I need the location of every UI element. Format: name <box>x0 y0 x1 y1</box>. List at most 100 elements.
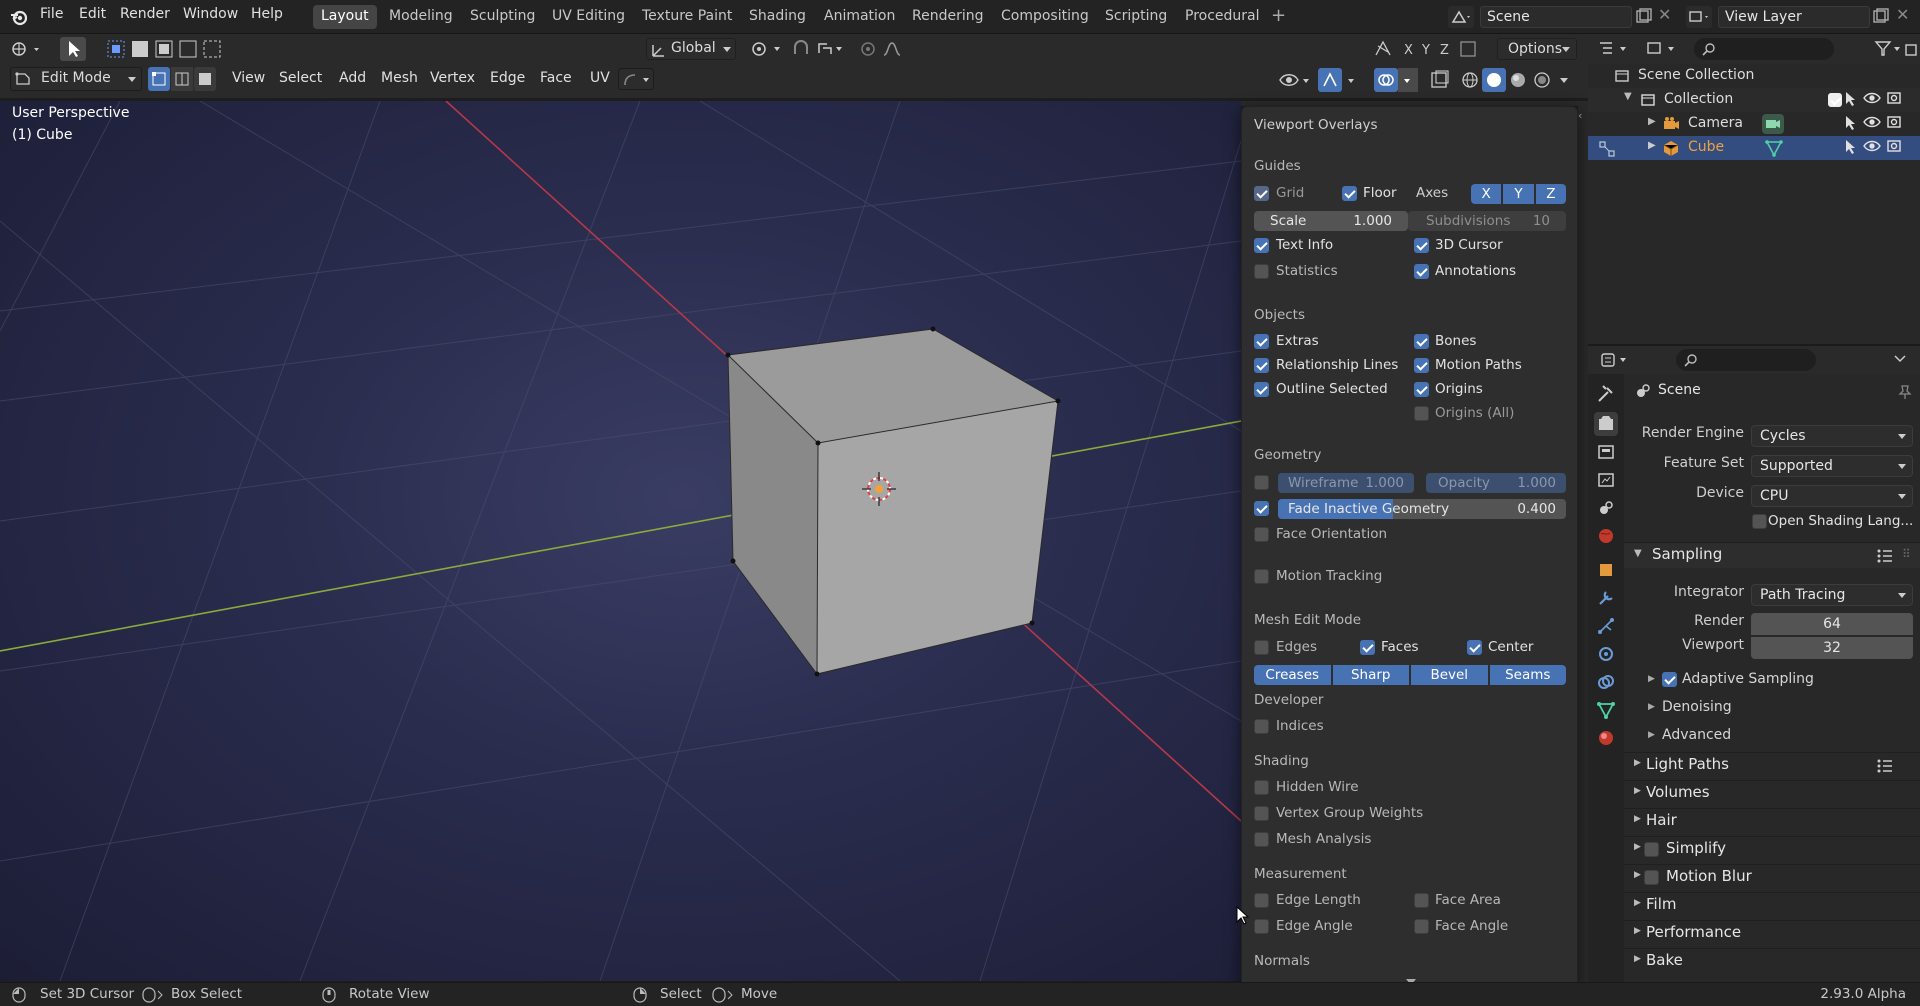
outline-selected-checkbox[interactable] <box>1254 382 1269 397</box>
cube-mesh[interactable] <box>725 326 1061 677</box>
menu-uv[interactable]: UV <box>584 67 616 92</box>
mirror-axis-icons[interactable]: XYZ <box>1373 38 1485 60</box>
visibility-selectability-icon[interactable] <box>1278 68 1312 92</box>
menu-edit[interactable]: Edit <box>79 6 106 22</box>
scale-slider[interactable]: Scale 1.000 <box>1254 211 1408 231</box>
blender-logo-icon[interactable] <box>9 7 29 27</box>
pivot-point-icon[interactable] <box>748 38 790 60</box>
collection-exclude-checkbox[interactable] <box>1828 93 1842 107</box>
denoising-expand-icon[interactable]: ▶ <box>1648 702 1655 712</box>
advanced-label[interactable]: Advanced <box>1662 727 1731 743</box>
adaptive-sampling-expand-icon[interactable]: ▶ <box>1648 674 1655 684</box>
simplify-panel-header[interactable]: ▶ Simplify <box>1624 836 1920 862</box>
subdivisions-slider[interactable]: Subdivisions 10 <box>1408 211 1566 231</box>
text-info-checkbox[interactable] <box>1254 238 1269 253</box>
delete-view-layer-icon[interactable]: ✕ <box>1896 5 1909 24</box>
indices-checkbox[interactable] <box>1254 719 1269 734</box>
tab-uv-editing[interactable]: UV Editing <box>544 5 633 29</box>
properties-search-input[interactable] <box>1676 349 1816 371</box>
view-layer-tab-icon[interactable] <box>1594 468 1618 492</box>
object-tab-icon[interactable] <box>1594 558 1618 582</box>
snap-icon[interactable] <box>790 38 846 60</box>
floor-checkbox[interactable] <box>1342 186 1357 201</box>
sidebar-toggle-icon[interactable]: ‹ <box>1578 109 1582 122</box>
tab-texture-paint[interactable]: Texture Paint <box>634 5 740 29</box>
shading-mode-icons[interactable] <box>1458 68 1562 92</box>
mode-dropdown[interactable]: Edit Mode <box>10 67 142 91</box>
outliner-search-input[interactable] <box>1694 38 1834 60</box>
uv-sync-icon[interactable] <box>618 68 654 90</box>
motion-blur-panel-header[interactable]: ▶ Motion Blur <box>1624 864 1920 890</box>
bevel-toggle[interactable]: Bevel <box>1411 665 1488 685</box>
editor-type-icon[interactable] <box>8 38 46 60</box>
viewport-samples-field[interactable]: 32 <box>1751 637 1913 659</box>
menu-mesh[interactable]: Mesh <box>375 67 424 92</box>
relationship-lines-checkbox[interactable] <box>1254 358 1269 373</box>
outliner-editor-type-icon[interactable] <box>1598 40 1632 58</box>
face-angle-checkbox[interactable] <box>1414 919 1429 934</box>
constraints-tab-icon[interactable] <box>1594 670 1618 694</box>
orientation-dropdown[interactable]: Global <box>646 38 736 60</box>
film-panel-header[interactable]: ▶ Film <box>1624 892 1920 918</box>
scene-tab-icon[interactable] <box>1594 496 1618 520</box>
properties-options-icon[interactable] <box>1894 355 1906 363</box>
tab-procedural[interactable]: Procedural <box>1177 5 1268 29</box>
statistics-checkbox[interactable] <box>1254 264 1269 279</box>
tab-compositing[interactable]: Compositing <box>993 5 1097 29</box>
tab-scripting[interactable]: Scripting <box>1097 5 1175 29</box>
motion-tracking-checkbox[interactable] <box>1254 569 1269 584</box>
vertex-group-weights-checkbox[interactable] <box>1254 806 1269 821</box>
camera-data-icon[interactable] <box>1762 114 1784 134</box>
menu-view[interactable]: View <box>226 67 271 92</box>
light-paths-panel-header[interactable]: ▶ Light Paths <box>1624 752 1920 778</box>
scene-field[interactable]: Scene <box>1480 6 1632 28</box>
3d-viewport[interactable]: User Perspective (1) Cube <box>0 101 1241 981</box>
render-samples-field[interactable]: 64 <box>1751 613 1913 635</box>
tab-modeling[interactable]: Modeling <box>381 5 461 29</box>
tweak-tool-icon[interactable] <box>60 37 86 61</box>
wireframe-slider[interactable]: Wireframe 1.000 <box>1278 473 1414 493</box>
center-checkbox[interactable] <box>1467 640 1482 655</box>
seams-toggle[interactable]: Seams <box>1489 665 1566 685</box>
world-tab-icon[interactable] <box>1594 524 1618 548</box>
osl-checkbox[interactable] <box>1752 514 1767 529</box>
menu-select[interactable]: Select <box>273 67 328 92</box>
sharp-toggle[interactable]: Sharp <box>1332 665 1409 685</box>
creases-toggle[interactable]: Creases <box>1254 665 1331 685</box>
filter-icon[interactable] <box>1874 40 1904 58</box>
sampling-drag-handle-icon[interactable]: ⠿ <box>1902 547 1911 561</box>
data-tab-icon[interactable] <box>1594 698 1618 722</box>
fade-inactive-slider[interactable]: Fade Inactive Geometry 0.400 <box>1278 499 1566 519</box>
modifiers-tab-icon[interactable] <box>1594 586 1618 610</box>
3d-cursor-checkbox[interactable] <box>1414 238 1429 253</box>
annotations-checkbox[interactable] <box>1414 264 1429 279</box>
menu-file[interactable]: File <box>40 6 63 22</box>
tab-animation[interactable]: Animation <box>816 5 903 29</box>
render-tab-icon[interactable] <box>1594 412 1618 436</box>
select-mode-icons[interactable] <box>148 67 216 91</box>
display-mode-icon[interactable] <box>1646 40 1680 58</box>
device-dropdown[interactable]: CPU <box>1751 485 1913 507</box>
material-tab-icon[interactable] <box>1594 726 1618 750</box>
edge-angle-checkbox[interactable] <box>1254 919 1269 934</box>
delete-scene-icon[interactable]: ✕ <box>1658 5 1671 24</box>
edit-mode-indicator-icon[interactable] <box>1598 140 1616 158</box>
face-orientation-checkbox[interactable] <box>1254 527 1269 542</box>
new-collection-icon[interactable] <box>1904 40 1920 58</box>
edges-checkbox[interactable] <box>1254 640 1269 655</box>
feature-set-dropdown[interactable]: Supported <box>1751 455 1913 477</box>
menu-add[interactable]: Add <box>333 67 372 92</box>
options-dropdown[interactable]: Options <box>1497 38 1577 60</box>
axis-z-toggle[interactable]: Z <box>1535 184 1566 204</box>
grid-checkbox[interactable] <box>1254 186 1269 201</box>
menu-vertex[interactable]: Vertex <box>424 67 481 92</box>
menu-window[interactable]: Window <box>183 6 238 22</box>
particles-tab-icon[interactable] <box>1594 614 1618 638</box>
collection-expand-icon[interactable]: ▼ <box>1624 91 1632 102</box>
new-view-layer-icon[interactable] <box>1872 7 1890 27</box>
proportional-edit-icon[interactable] <box>858 38 920 60</box>
shading-dropdown-icon[interactable] <box>1560 78 1568 84</box>
tab-layout[interactable]: Layout <box>313 5 377 29</box>
fade-inactive-checkbox[interactable] <box>1254 501 1269 516</box>
faces-checkbox[interactable] <box>1360 640 1375 655</box>
